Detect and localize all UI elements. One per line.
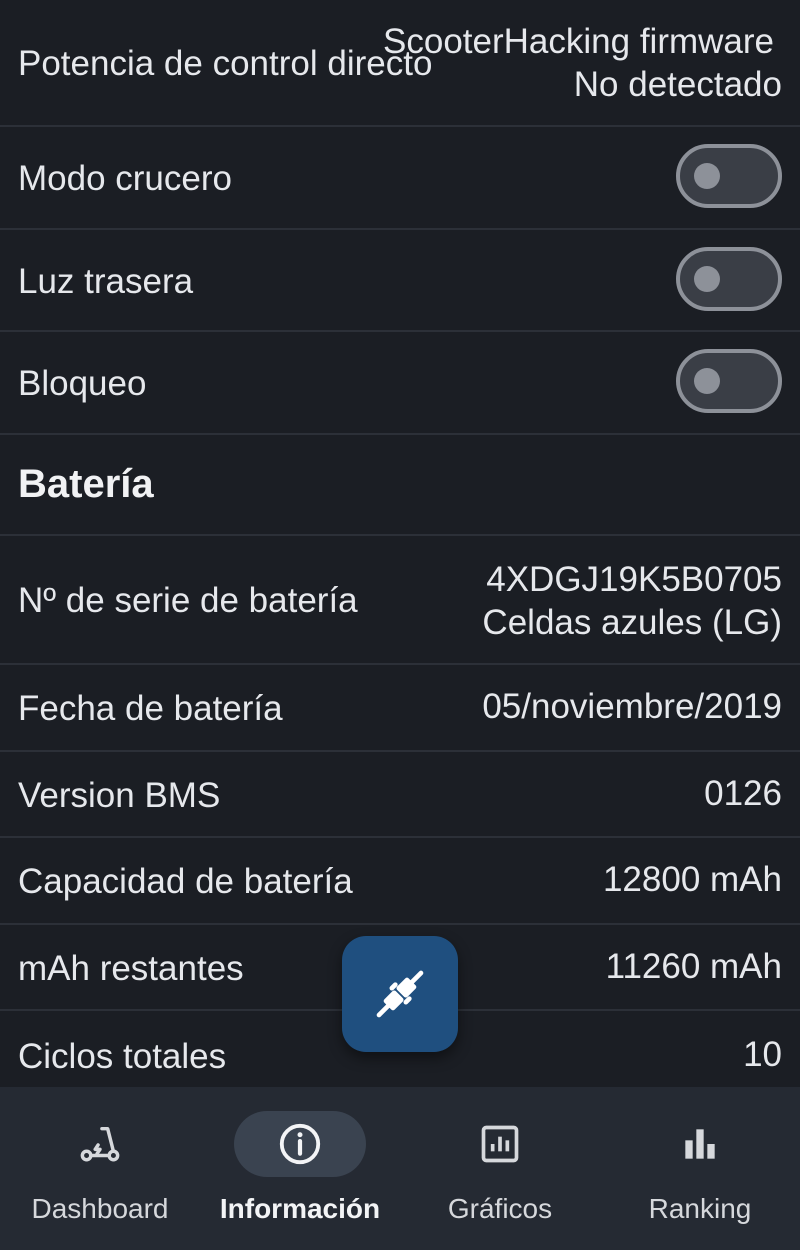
- connect-fab[interactable]: [342, 936, 458, 1052]
- battery-date-value: 05/noviembre/2019: [482, 687, 782, 726]
- bar-chart-icon: [685, 1129, 715, 1159]
- mah-remaining-value: 11260 mAh: [605, 947, 782, 986]
- direct-power-label: Potencia de control directo: [18, 44, 433, 83]
- nav-informacion-label: Información: [219, 1193, 381, 1224]
- battery-capacity-value: 12800 mAh: [602, 860, 782, 899]
- nav-ranking[interactable]: Ranking: [600, 1087, 800, 1250]
- row-bms-version: Version BMS 0126: [0, 752, 800, 838]
- bottom-navigation: Dashboard Información Gráficos Ranking: [0, 1087, 800, 1250]
- nav-ranking-icon-wrap: [634, 1111, 766, 1177]
- nav-graficos-label: Gráficos: [447, 1193, 553, 1224]
- row-lock[interactable]: Bloqueo: [0, 332, 800, 435]
- info-icon: [279, 1123, 321, 1165]
- battery-date-label: Fecha de batería: [18, 689, 283, 728]
- lock-toggle[interactable]: [676, 349, 782, 413]
- battery-capacity-label: Capacidad de batería: [18, 862, 353, 901]
- scooter-icon: [80, 1126, 120, 1162]
- tail-light-toggle[interactable]: [676, 247, 782, 311]
- row-cruise-mode[interactable]: Modo crucero: [0, 127, 800, 230]
- nav-ranking-label: Ranking: [648, 1193, 752, 1224]
- nav-graficos[interactable]: Gráficos: [400, 1087, 600, 1250]
- battery-serial-value: 4XDGJ19K5B0705 Celdas azules (LG): [482, 558, 782, 644]
- firmware-status: No detectado: [573, 65, 782, 104]
- nav-dashboard-icon-wrap: [34, 1111, 166, 1177]
- nav-informacion-icon-wrap: [234, 1111, 366, 1177]
- battery-cell-type: Celdas azules (LG): [482, 603, 782, 642]
- total-cycles-value: 10: [743, 1035, 782, 1074]
- cruise-mode-toggle[interactable]: [676, 144, 782, 208]
- lock-label: Bloqueo: [18, 364, 147, 403]
- nav-informacion[interactable]: Información: [200, 1087, 400, 1250]
- bms-version-label: Version BMS: [18, 776, 221, 815]
- row-tail-light[interactable]: Luz trasera: [0, 230, 800, 332]
- cruise-mode-label: Modo crucero: [18, 159, 232, 198]
- toggle-knob: [694, 163, 720, 189]
- total-cycles-label: Ciclos totales: [18, 1037, 227, 1076]
- tail-light-label: Luz trasera: [18, 262, 194, 301]
- toggle-knob: [694, 266, 720, 292]
- bms-version-value: 0126: [704, 774, 782, 813]
- battery-section-title: Batería: [18, 462, 154, 506]
- nav-dashboard-label: Dashboard: [31, 1193, 169, 1224]
- row-direct-power[interactable]: Potencia de control directo ScooterHacki…: [0, 0, 800, 127]
- plug-disconnected-icon: [376, 970, 424, 1018]
- battery-serial-label: Nº de serie de batería: [18, 581, 358, 620]
- row-battery-date: Fecha de batería 05/noviembre/2019: [0, 665, 800, 752]
- row-battery-capacity: Capacidad de batería 12800 mAh: [0, 838, 800, 925]
- direct-power-value: ScooterHacking firmware No detectado: [383, 20, 782, 106]
- screen: Potencia de control directo ScooterHacki…: [0, 0, 800, 1250]
- mah-remaining-label: mAh restantes: [18, 949, 244, 988]
- nav-dashboard[interactable]: Dashboard: [0, 1087, 200, 1250]
- battery-serial-number: 4XDGJ19K5B0705: [486, 560, 782, 599]
- chart-icon: [481, 1125, 519, 1163]
- toggle-knob: [694, 368, 720, 394]
- nav-graficos-icon-wrap: [434, 1111, 566, 1177]
- row-battery-serial: Nº de serie de batería 4XDGJ19K5B0705 Ce…: [0, 536, 800, 665]
- firmware-line: ScooterHacking firmware: [383, 22, 774, 61]
